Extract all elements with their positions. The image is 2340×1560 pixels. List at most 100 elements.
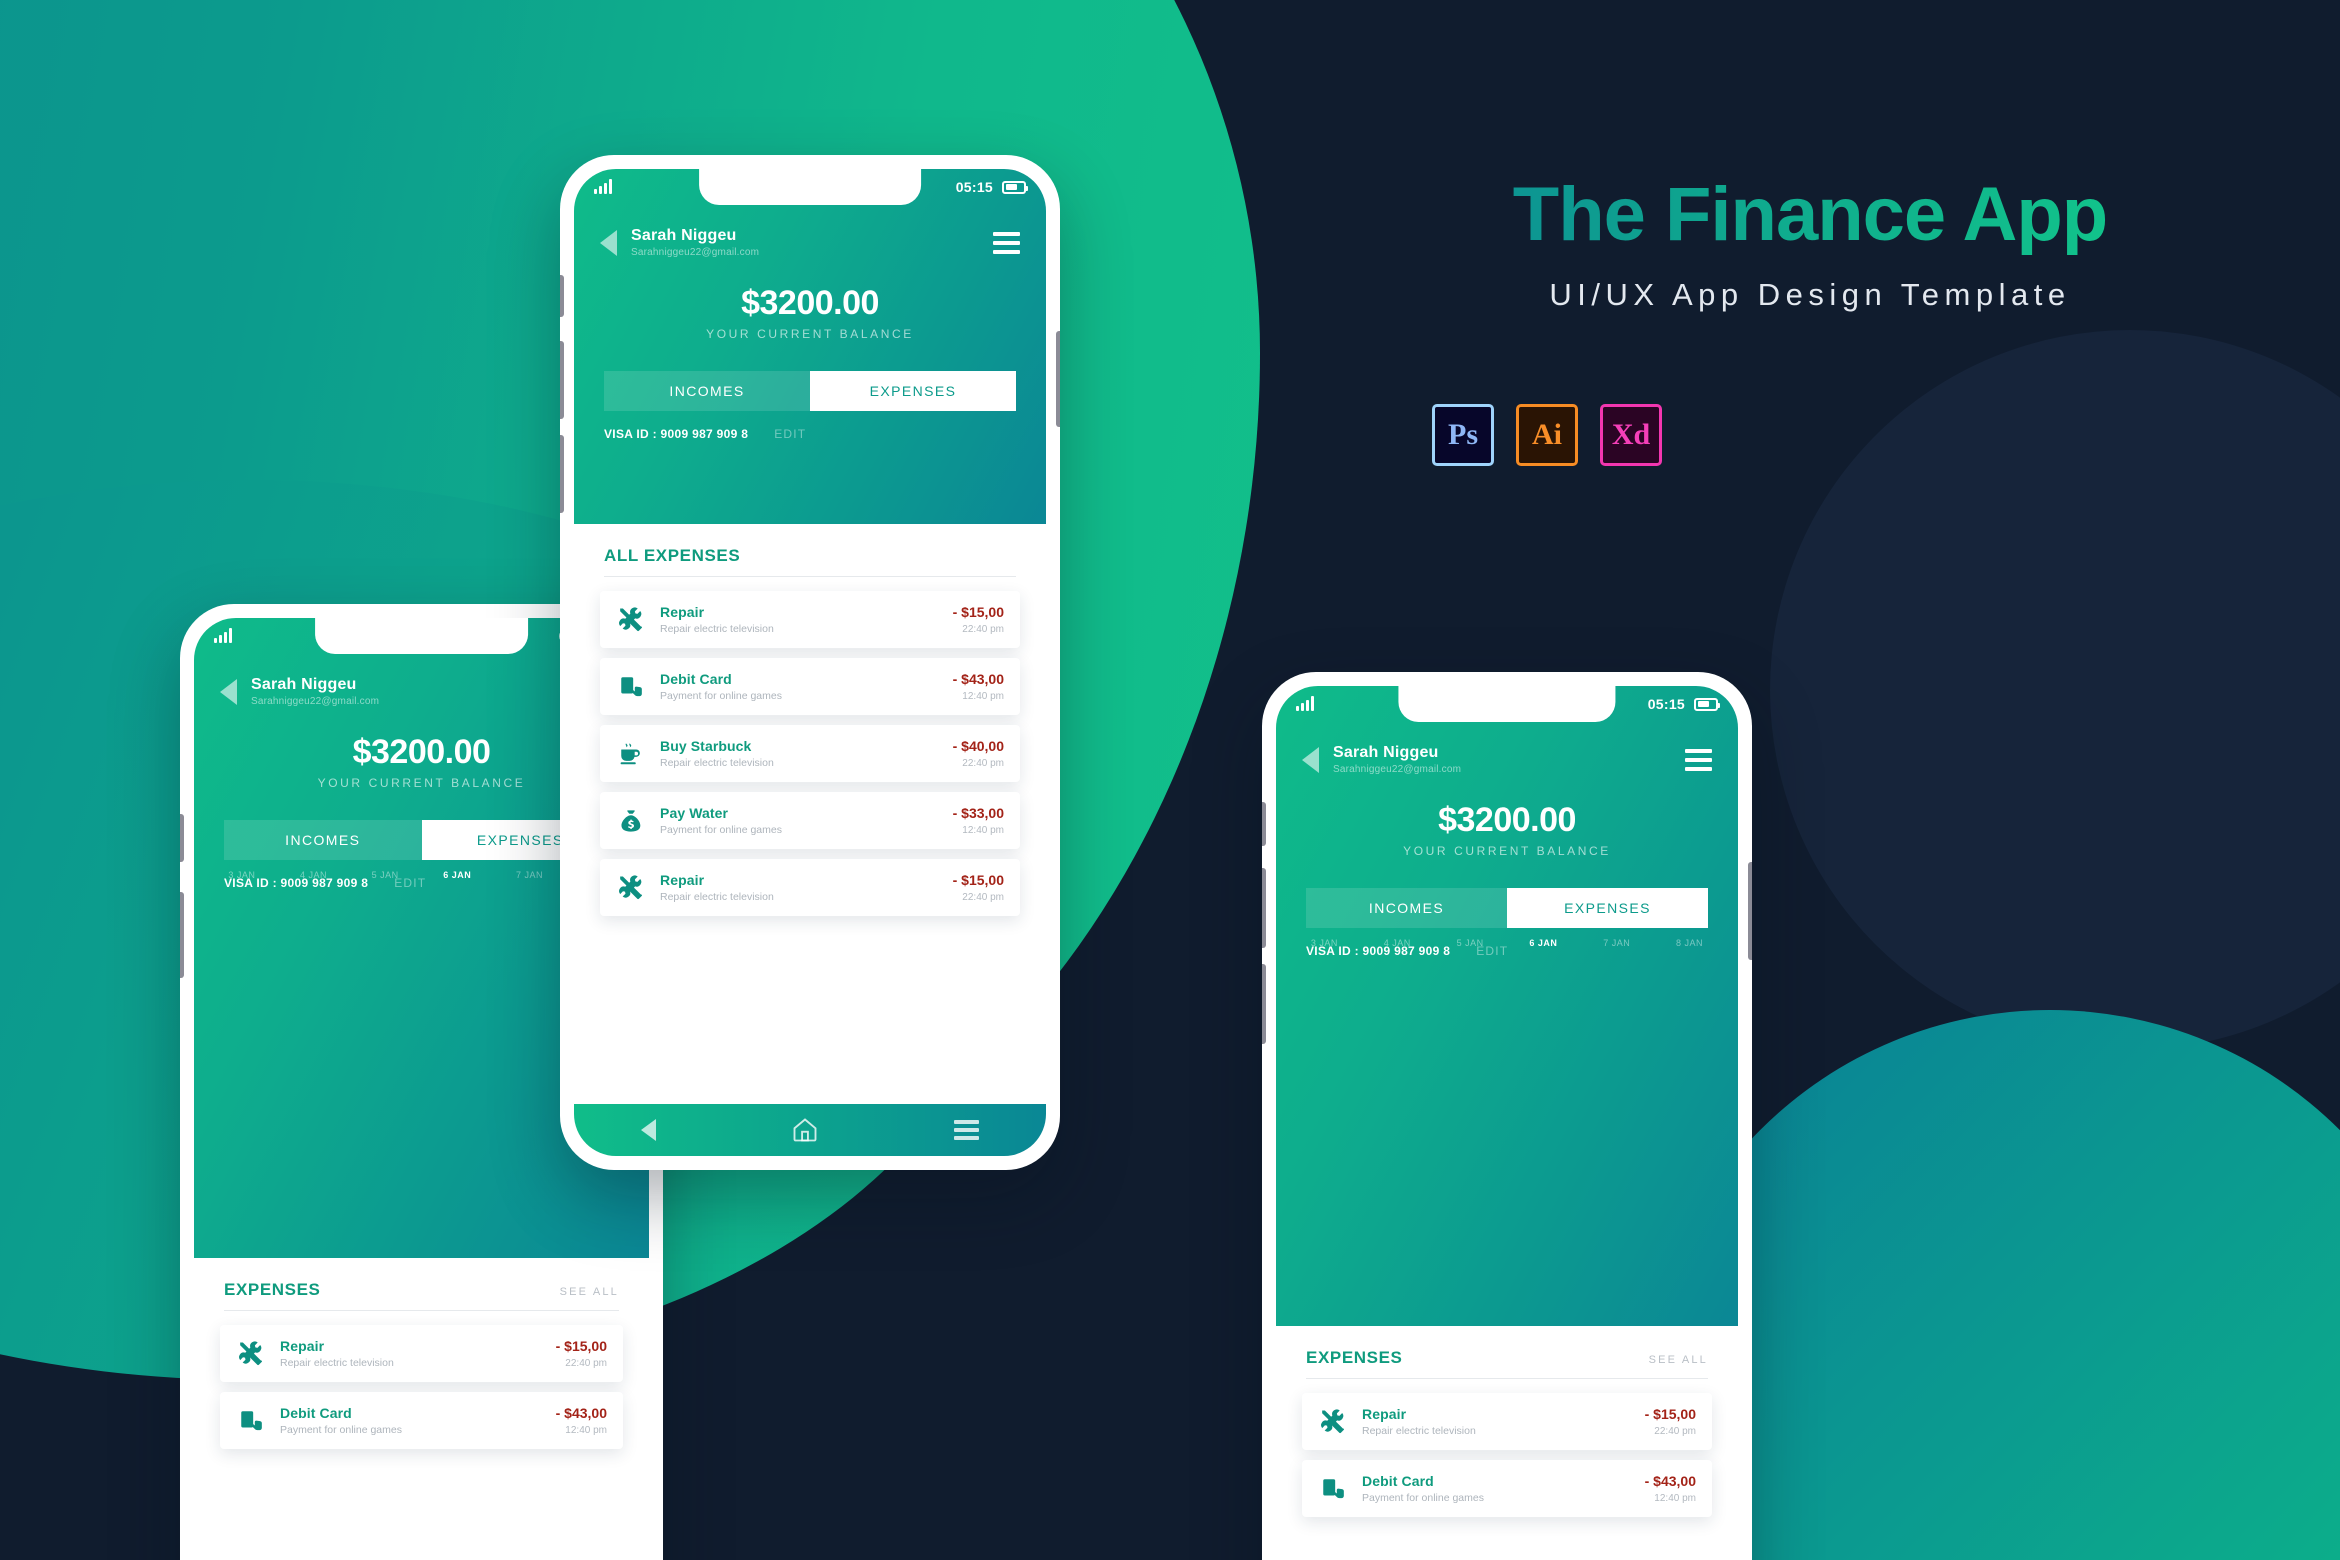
balance-amount: $3200.00 (741, 284, 879, 322)
chart-tick: 7 JAN (1603, 938, 1631, 948)
debit-card-icon (236, 1406, 266, 1436)
user-name: Sarah Niggeu (251, 676, 357, 693)
table-row[interactable]: Repair Repair electric television - $15,… (600, 859, 1020, 916)
chart-tick: 8 JAN (1676, 938, 1704, 948)
balance-header-center: 05:15 Sarah Niggeu Sarahniggeu22@gmail.c… (574, 169, 1046, 524)
tab-expenses[interactable]: EXPENSES (1507, 888, 1708, 928)
phone-side-button (1262, 964, 1266, 1044)
balance-label: YOUR CURRENT BALANCE (706, 327, 914, 341)
expense-time: 12:40 pm (962, 691, 1004, 702)
chart-tick-active: 6 JAN (443, 870, 472, 880)
expense-title: Pay Water (660, 805, 729, 821)
chart-tick: 5 JAN (371, 870, 399, 880)
phone-side-button (560, 275, 564, 317)
segmented-control: INCOMES EXPENSES (604, 371, 1016, 411)
hamburger-menu-icon[interactable] (953, 1120, 979, 1140)
expense-time: 12:40 pm (962, 825, 1004, 836)
segmented-control: INCOMES EXPENSES (1306, 888, 1708, 928)
visa-id: VISA ID : 9009 987 909 8 (604, 427, 749, 441)
signal-bars-icon (594, 179, 612, 194)
chart-tick: 3 JAN (1310, 938, 1338, 948)
home-icon[interactable] (791, 1116, 819, 1144)
expense-time: 22:40 pm (962, 892, 1004, 903)
signal-bars-icon (214, 628, 232, 643)
expense-time: 12:40 pm (1654, 1493, 1696, 1504)
expense-time: 22:40 pm (962, 624, 1004, 635)
user-email: Sarahniggeu22@gmail.com (1333, 764, 1462, 775)
table-row[interactable]: Pay Water Payment for online games - $33… (600, 792, 1020, 849)
phone-side-button (1262, 868, 1266, 948)
table-row[interactable]: Repair Repair electric television - $15,… (1302, 1393, 1712, 1450)
expense-time: 22:40 pm (1654, 1426, 1696, 1437)
see-all-link[interactable]: SEE ALL (560, 1286, 619, 1298)
phone-notch (314, 618, 529, 654)
hamburger-menu-icon[interactable] (993, 231, 1020, 254)
section-title: EXPENSES (224, 1280, 321, 1299)
phone-power-button (1056, 331, 1060, 427)
phone-notch (699, 169, 921, 205)
tab-expenses[interactable]: EXPENSES (810, 371, 1016, 411)
expense-time: 22:40 pm (565, 1358, 607, 1369)
expense-amount: - $15,00 (952, 604, 1004, 620)
status-time: 05:15 (955, 179, 993, 195)
tab-incomes[interactable]: INCOMES (604, 371, 810, 411)
expense-time: 12:40 pm (565, 1425, 607, 1436)
back-triangle-icon[interactable] (1302, 746, 1319, 773)
expense-list: Repair Repair electric television - $15,… (194, 1311, 649, 1449)
battery-icon (1002, 180, 1028, 194)
hamburger-menu-icon[interactable] (1685, 748, 1712, 771)
user-email: Sarahniggeu22@gmail.com (631, 247, 760, 258)
tools-repair-icon (616, 605, 646, 635)
coffee-cup-icon (616, 739, 646, 769)
table-row[interactable]: Repair Repair electric television - $15,… (600, 591, 1020, 648)
phone-mockup-center: 05:15 Sarah Niggeu Sarahniggeu22@gmail.c… (560, 155, 1060, 1170)
tab-incomes[interactable]: INCOMES (1306, 888, 1507, 928)
balance-label: YOUR CURRENT BALANCE (1403, 844, 1611, 858)
expense-amount: - $40,00 (952, 738, 1004, 754)
table-row[interactable]: Debit Card Payment for online games - $4… (1302, 1460, 1712, 1517)
table-row[interactable]: Debit Card Payment for online games - $4… (220, 1392, 623, 1449)
expense-title: Repair (660, 872, 705, 888)
back-triangle-icon[interactable] (641, 1119, 657, 1141)
phone-mockup-right: 05:15 Sarah Niggeu Sarahniggeu22@gmail.c… (1262, 672, 1752, 1560)
expenses-section-right: EXPENSES SEE ALL Repair Repair electric … (1276, 1326, 1738, 1560)
chart-tick: 4 JAN (299, 870, 327, 880)
phone-side-button (1262, 802, 1266, 846)
adobe-badge-row: Ps Ai Xd (1432, 404, 1662, 466)
tab-incomes[interactable]: INCOMES (224, 820, 422, 860)
phone-side-button (560, 435, 564, 513)
expenses-section-center: ALL EXPENSES Repair Repair electric tele… (574, 524, 1046, 1104)
expense-title: Debit Card (280, 1405, 352, 1421)
expense-amount: - $33,00 (952, 805, 1004, 821)
expense-amount: - $43,00 (952, 671, 1004, 687)
see-all-link[interactable]: SEE ALL (1649, 1354, 1708, 1366)
user-email: Sarahniggeu22@gmail.com (251, 696, 380, 707)
back-triangle-icon[interactable] (600, 229, 617, 256)
expense-amount: - $15,00 (1644, 1406, 1696, 1422)
expense-title: Repair (1362, 1406, 1407, 1422)
edit-button[interactable]: EDIT (774, 427, 806, 441)
signal-bars-icon (1296, 696, 1314, 711)
phone-side-button (180, 892, 184, 978)
table-row[interactable]: Repair Repair electric television - $15,… (220, 1325, 623, 1382)
balance-block: $3200.00 YOUR CURRENT BALANCE (574, 284, 1046, 341)
balance-block: $3200.00 YOUR CURRENT BALANCE (1276, 801, 1738, 858)
expenses-section-left: EXPENSES SEE ALL Repair Repair electric … (194, 1258, 649, 1560)
chart-tick: 3 JAN (228, 870, 256, 880)
debit-card-icon (1318, 1474, 1348, 1504)
debit-card-icon (616, 672, 646, 702)
section-title: EXPENSES (1306, 1348, 1403, 1367)
chart-x-axis: 3 JAN 4 JAN 5 JAN 6 JAN 7 JAN 8 JAN (1276, 938, 1738, 948)
promo-block: The Finance App UI/UX App Design Templat… (1430, 175, 2190, 313)
expense-desc: Payment for online games (1362, 1492, 1484, 1504)
expense-title: Debit Card (1362, 1473, 1434, 1489)
phone-power-button (1748, 862, 1752, 960)
expense-list: Repair Repair electric television - $15,… (1276, 1379, 1738, 1517)
money-bag-icon (616, 806, 646, 836)
battery-icon (1694, 697, 1720, 711)
expense-desc: Repair electric television (660, 757, 774, 769)
table-row[interactable]: Buy Starbuck Repair electric television … (600, 725, 1020, 782)
back-triangle-icon[interactable] (220, 678, 237, 705)
page-subtitle: UI/UX App Design Template (1549, 276, 2071, 312)
table-row[interactable]: Debit Card Payment for online games - $4… (600, 658, 1020, 715)
